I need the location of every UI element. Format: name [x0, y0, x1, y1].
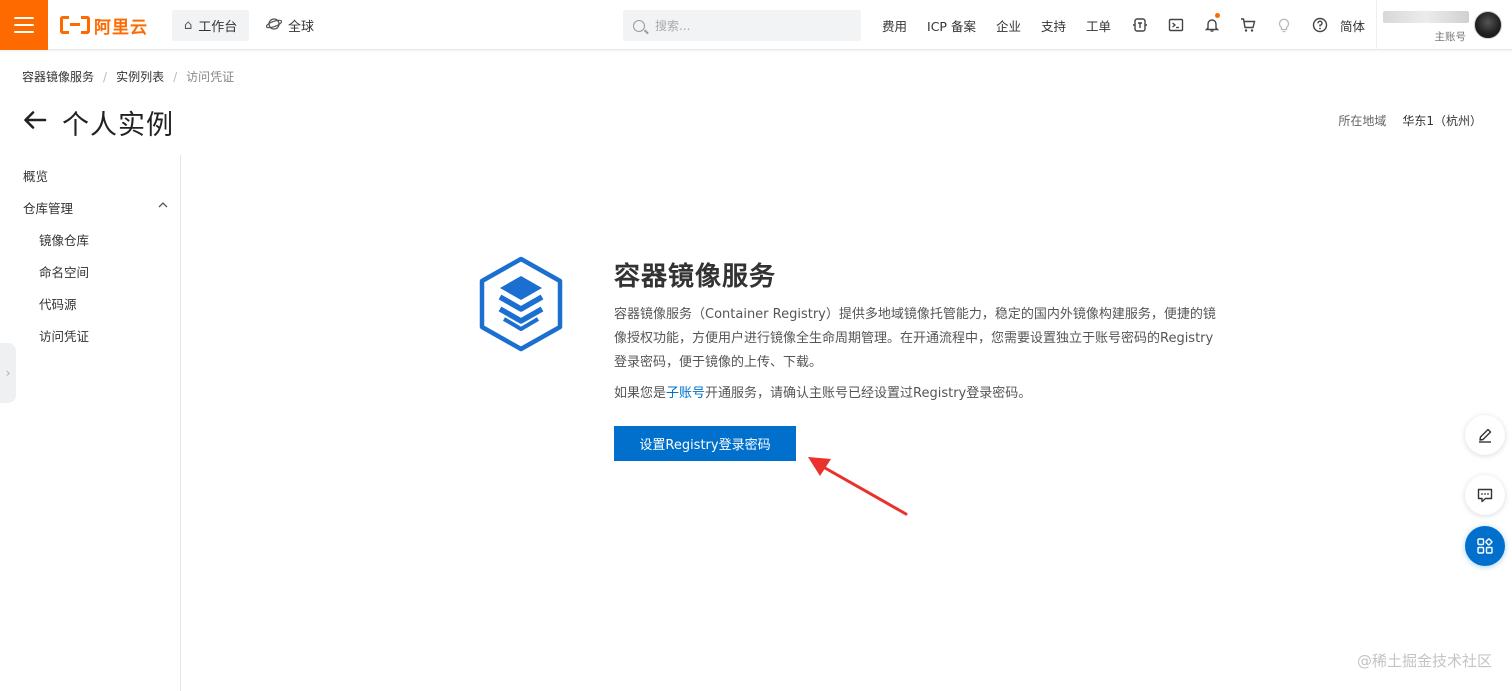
support-link[interactable]: 支持 — [1031, 16, 1076, 35]
sidebar-toggle-handle[interactable]: › — [0, 343, 16, 403]
ai-assistant-button[interactable] — [1122, 0, 1158, 50]
chevron-right-icon: › — [5, 366, 11, 380]
notifications-button[interactable] — [1194, 0, 1230, 50]
aliyun-logo-icon — [60, 15, 90, 35]
container-registry-product-icon — [479, 256, 563, 352]
search-box[interactable] — [623, 10, 861, 41]
search-input[interactable] — [655, 18, 835, 33]
globe-icon — [265, 17, 283, 35]
cart-button[interactable] — [1230, 0, 1266, 50]
breadcrumb: 容器镜像服务 / 实例列表 / 访问凭证 — [22, 68, 234, 85]
sidebar-item-image-repository[interactable]: 镜像仓库 — [39, 230, 89, 249]
help-button[interactable] — [1302, 0, 1338, 50]
avatar[interactable] — [1474, 11, 1502, 39]
breadcrumb-container-registry[interactable]: 容器镜像服务 — [22, 68, 94, 85]
breadcrumb-access-credentials: 访问凭证 — [186, 70, 235, 84]
ticket-link[interactable]: 工单 — [1076, 16, 1121, 35]
icp-filing-link[interactable]: ICP 备案 — [917, 16, 986, 35]
chat-icon — [1477, 488, 1493, 503]
tips-button[interactable] — [1266, 0, 1302, 50]
apps-button[interactable] — [1465, 526, 1505, 566]
bell-icon — [1204, 19, 1220, 32]
notification-dot — [1215, 13, 1220, 18]
sub-account-link[interactable]: 子账号 — [666, 386, 705, 401]
region-label: 所在地域 — [1338, 114, 1387, 128]
account-name-blurred — [1383, 11, 1469, 23]
breadcrumb-instance-list[interactable]: 实例列表 — [116, 68, 164, 85]
sidebar-item-code-source[interactable]: 代码源 — [39, 294, 77, 313]
aliyun-logo[interactable]: 阿里云 — [60, 13, 148, 38]
account-role: 主账号 — [1434, 31, 1467, 43]
note-suffix: 开通服务，请确认主账号已经设置过Registry登录密码。 — [705, 386, 1032, 401]
chat-button[interactable] — [1465, 475, 1505, 515]
page-title: 个人实例 — [62, 110, 174, 141]
enterprise-link[interactable]: 企业 — [986, 16, 1031, 35]
feedback-edit-button[interactable] — [1465, 415, 1505, 455]
top-icon-group — [1122, 0, 1338, 50]
hamburger-icon — [14, 17, 34, 33]
global-label: 全球 — [288, 20, 315, 35]
top-links: 费用 ICP 备案 企业 支持 工单 — [872, 0, 1121, 50]
sidebar-group-repo-management[interactable]: 仓库管理 — [23, 198, 73, 217]
note-prefix: 如果您是 — [614, 386, 667, 401]
billing-link[interactable]: 费用 — [872, 16, 917, 35]
sub-account-note: 如果您是子账号开通服务，请确认主账号已经设置过Registry登录密码。 — [614, 383, 1031, 405]
account-menu[interactable]: 主账号 — [1376, 0, 1512, 50]
ai-assistant-icon — [1133, 18, 1147, 32]
pencil-icon — [1479, 428, 1492, 443]
cloud-shell-button[interactable] — [1158, 0, 1194, 50]
sidebar: 概览 仓库管理 镜像仓库 命名空间 代码源 访问凭证 — [0, 155, 181, 691]
sidebar-item-access-credentials[interactable]: 访问凭证 — [39, 326, 89, 345]
hamburger-menu-button[interactable] — [0, 0, 48, 50]
language-switch[interactable]: 简体 — [1340, 0, 1365, 50]
terminal-icon — [1168, 18, 1184, 32]
cart-icon — [1241, 18, 1256, 32]
service-title: 容器镜像服务 — [614, 262, 777, 292]
region-value: 华东1（杭州） — [1402, 114, 1482, 128]
sidebar-item-overview[interactable]: 概览 — [23, 166, 48, 185]
chevron-up-icon[interactable] — [158, 201, 168, 212]
workbench-tab[interactable]: ⌂ 工作台 — [172, 10, 250, 41]
apps-grid-icon — [1477, 538, 1493, 554]
region-info: 所在地域 华东1（杭州） — [1338, 112, 1482, 129]
annotation-arrow-icon — [808, 457, 908, 516]
lightbulb-icon — [1278, 18, 1290, 33]
set-registry-password-button[interactable]: 设置Registry登录密码 — [614, 426, 796, 461]
workbench-label: 工作台 — [198, 20, 238, 35]
home-icon: ⌂ — [184, 18, 193, 33]
help-icon — [1312, 17, 1328, 33]
top-navigation-bar: 阿里云 ⌂ 工作台 全球 费用 ICP 备案 企业 支持 工单 — [0, 0, 1512, 50]
global-region-tab[interactable]: 全球 — [254, 10, 326, 41]
watermark: @稀土掘金技术社区 — [1356, 652, 1492, 670]
service-description: 容器镜像服务（Container Registry）提供多地域镜像托管能力，稳定… — [614, 307, 1216, 370]
logo-text: 阿里云 — [94, 17, 148, 38]
breadcrumb-separator: / — [173, 69, 178, 84]
sidebar-item-namespace[interactable]: 命名空间 — [39, 262, 89, 281]
back-arrow-icon[interactable] — [22, 107, 48, 133]
search-icon — [633, 19, 645, 32]
breadcrumb-separator: / — [103, 69, 108, 84]
